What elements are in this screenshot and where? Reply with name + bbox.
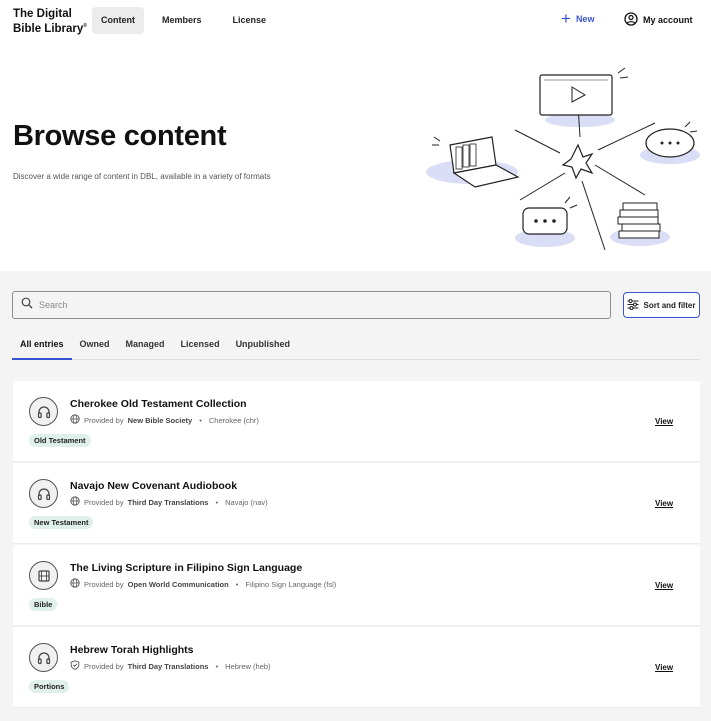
view-link[interactable]: View: [655, 499, 673, 508]
entry-meta: Provided by Open World Communication • F…: [70, 578, 336, 590]
my-account-button[interactable]: My account: [624, 12, 693, 28]
provided-by-prefix: Provided by: [84, 415, 124, 425]
hero-section: Browse content Discover a wide range of …: [0, 40, 711, 271]
entry-title[interactable]: The Living Scripture in Filipino Sign La…: [70, 562, 302, 574]
sort-and-filter-label: Sort and filter: [643, 300, 696, 310]
tab-owned[interactable]: Owned: [72, 335, 118, 360]
entry-language: Cherokee (chr): [208, 415, 259, 425]
entry-badge: New Testament: [29, 516, 94, 529]
sliders-icon: [627, 298, 639, 312]
entry-list: Cherokee Old Testament Collection Provid…: [13, 381, 700, 709]
provider-name: New Bible Society: [127, 415, 193, 425]
entry-tabs: All entries Owned Managed Licensed Unpub…: [12, 335, 700, 360]
search-input[interactable]: [39, 300, 539, 310]
entry-language: Hebrew (heb): [225, 661, 271, 671]
entry-title[interactable]: Cherokee Old Testament Collection: [70, 398, 247, 410]
nav-content[interactable]: Content: [92, 7, 144, 34]
main-nav: Content Members License: [92, 7, 275, 34]
list-item: Hebrew Torah Highlights Provided by Thir…: [13, 627, 700, 708]
logo-line-2: Bible Library: [13, 22, 84, 35]
entry-meta: Provided by New Bible Society • Cherokee…: [70, 414, 259, 426]
provider-name: Third Day Translations: [127, 661, 209, 671]
page-description: Discover a wide range of content in DBL,…: [13, 172, 271, 181]
globe-icon: [70, 578, 80, 590]
provided-by-prefix: Provided by: [84, 661, 124, 671]
meta-separator: •: [215, 661, 219, 671]
search-icon: [21, 296, 33, 314]
new-button-label: New: [575, 14, 595, 24]
entry-badge: Old Testament: [29, 434, 91, 447]
list-item: Cherokee Old Testament Collection Provid…: [13, 381, 700, 462]
page-title: Browse content: [13, 120, 227, 152]
view-link[interactable]: View: [655, 663, 673, 672]
hero-illustration: [420, 65, 705, 265]
nav-license[interactable]: License: [224, 7, 276, 34]
tab-managed[interactable]: Managed: [118, 335, 173, 360]
provided-by-prefix: Provided by: [84, 497, 124, 507]
meta-separator: •: [215, 497, 219, 507]
logo-line-1: The Digital: [13, 8, 72, 20]
user-circle-icon: [624, 12, 638, 28]
tab-licensed[interactable]: Licensed: [173, 335, 228, 360]
view-link[interactable]: View: [655, 581, 673, 590]
top-header: The Digital Bible Library® Content Membe…: [0, 0, 711, 40]
search-box[interactable]: [12, 291, 611, 319]
logo-registered-mark: ®: [83, 23, 87, 29]
tab-all-entries[interactable]: All entries: [12, 335, 72, 360]
globe-icon: [70, 414, 80, 426]
entry-language: Navajo (nav): [225, 497, 268, 507]
new-button[interactable]: + New: [561, 9, 595, 28]
logo[interactable]: The Digital Bible Library®: [13, 8, 87, 35]
provider-name: Third Day Translations: [127, 497, 209, 507]
content-area: Sort and filter All entries Owned Manage…: [0, 271, 711, 721]
globe-icon: [70, 496, 80, 508]
headphones-icon: [29, 397, 58, 426]
provided-by-prefix: Provided by: [84, 579, 124, 589]
plus-icon: +: [561, 9, 571, 28]
tab-unpublished[interactable]: Unpublished: [228, 335, 299, 360]
entry-badge: Portions: [29, 680, 70, 693]
film-icon: [29, 561, 58, 590]
entry-meta: Provided by Third Day Translations • Heb…: [70, 660, 271, 672]
nav-members[interactable]: Members: [153, 7, 211, 34]
my-account-label: My account: [643, 15, 693, 25]
headphones-icon: [29, 643, 58, 672]
view-link[interactable]: View: [655, 417, 673, 426]
list-item: Navajo New Covenant Audiobook Provided b…: [13, 463, 700, 544]
headphones-icon: [29, 479, 58, 508]
entry-badge: Bible: [29, 598, 58, 611]
entry-meta: Provided by Third Day Translations • Nav…: [70, 496, 268, 508]
entry-title[interactable]: Navajo New Covenant Audiobook: [70, 480, 237, 492]
meta-separator: •: [235, 579, 239, 589]
meta-separator: •: [199, 415, 202, 425]
list-item: The Living Scripture in Filipino Sign La…: [13, 545, 700, 626]
shield-icon: [70, 660, 80, 672]
entry-title[interactable]: Hebrew Torah Highlights: [70, 644, 193, 656]
sort-and-filter-button[interactable]: Sort and filter: [623, 292, 700, 318]
entry-language: Filipino Sign Language (fsl): [245, 579, 337, 589]
provider-name: Open World Communication: [127, 579, 229, 589]
